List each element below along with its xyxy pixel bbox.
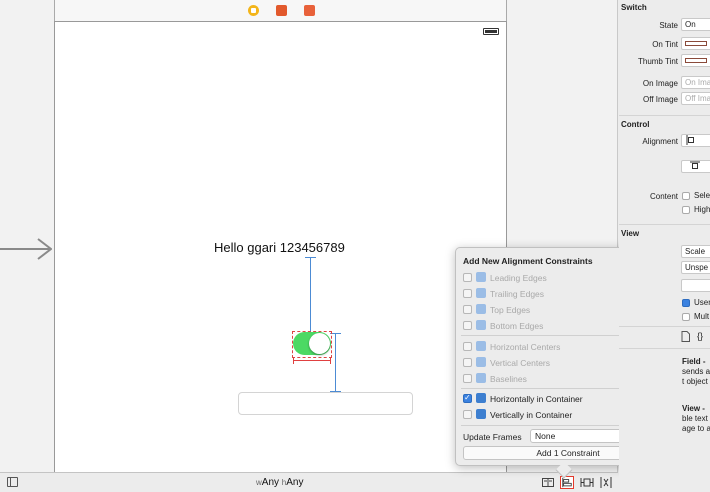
content-selected-label: Sele xyxy=(694,191,710,200)
inspector-divider xyxy=(619,348,710,349)
alignment-horizontal-segment[interactable] xyxy=(681,134,710,147)
code-snippet-icon[interactable]: {} xyxy=(697,331,703,341)
thumb-tint-label: Thumb Tint xyxy=(637,57,678,66)
state-popup[interactable]: On xyxy=(681,18,710,31)
trailing-edges-label: Trailing Edges xyxy=(490,289,545,299)
switch-track[interactable] xyxy=(293,332,331,355)
stack-icon[interactable] xyxy=(541,476,555,489)
switch-section-title: Switch xyxy=(621,3,647,12)
tag-field[interactable] xyxy=(681,279,710,292)
top-edges-checkbox xyxy=(463,305,472,314)
horizontally-in-container-icon xyxy=(476,393,486,403)
top-edges-icon xyxy=(476,304,486,314)
vertical-centers-checkbox xyxy=(463,358,472,367)
bottom-edges-checkbox xyxy=(463,321,472,330)
inspector-divider xyxy=(619,326,710,327)
library-item-textview-desc-1: ble text xyxy=(682,414,708,423)
bottom-constraint-line[interactable] xyxy=(335,333,336,391)
view-section-title: View xyxy=(621,229,640,238)
content-highlighted-label: High xyxy=(694,205,710,214)
content-highlighted-checkbox[interactable] xyxy=(682,206,690,214)
entry-point-arrow xyxy=(0,238,52,260)
align-top-icon xyxy=(690,161,700,169)
inspector-divider xyxy=(619,224,710,225)
trailing-edges-checkbox xyxy=(463,289,472,298)
horizontally-in-container-label: Horizontally in Container xyxy=(490,394,583,404)
popover-title: Add New Alignment Constraints xyxy=(463,256,593,266)
width-indicator-left xyxy=(293,357,294,364)
vertically-in-container-checkbox[interactable] xyxy=(463,410,472,419)
switch-knob[interactable] xyxy=(309,333,330,354)
horizontal-centers-icon xyxy=(476,341,486,351)
leading-edges-label: Leading Edges xyxy=(490,273,547,283)
control-section-title: Control xyxy=(621,120,650,129)
content-label: Content xyxy=(649,192,678,201)
canvas-bottom-bar: wAny hAny xyxy=(0,472,618,492)
switch-control[interactable] xyxy=(290,329,334,359)
library-item-textfield-desc-2: t object xyxy=(682,377,708,386)
top-constraint-line[interactable] xyxy=(310,258,311,332)
on-tint-label: On Tint xyxy=(652,40,678,49)
trailing-edges-icon xyxy=(476,288,486,298)
user-interaction-label: User xyxy=(694,298,710,307)
align-icon[interactable] xyxy=(560,476,574,489)
width-indicator xyxy=(293,360,331,361)
text-field[interactable] xyxy=(238,392,413,415)
top-edges-label: Top Edges xyxy=(490,305,531,315)
vertical-centers-icon xyxy=(476,357,486,367)
baselines-icon xyxy=(476,373,486,383)
alignment-vertical-segment[interactable] xyxy=(681,160,710,173)
on-image-label: On Image xyxy=(642,79,678,88)
mode-popup[interactable]: Scale xyxy=(681,245,710,258)
top-constraint-cap xyxy=(305,257,316,258)
bottom-edges-label: Bottom Edges xyxy=(490,321,544,331)
multiple-touch-checkbox[interactable] xyxy=(682,313,690,321)
off-image-field[interactable]: Off Imag xyxy=(681,92,710,105)
state-label: State xyxy=(659,21,678,30)
library-item-textfield-title: Field - xyxy=(682,357,706,366)
leading-edges-icon xyxy=(476,272,486,282)
hello-label[interactable]: Hello ggari 123456789 xyxy=(214,240,345,255)
pin-icon[interactable] xyxy=(580,476,594,489)
thumb-tint-color-well[interactable] xyxy=(681,54,710,67)
file-template-icon[interactable] xyxy=(681,331,690,342)
exit-icon[interactable] xyxy=(304,5,315,16)
off-image-label: Off Image xyxy=(643,95,678,104)
library-item-textview-desc-2: age to a xyxy=(682,424,710,433)
horizontally-in-container-checkbox[interactable] xyxy=(463,393,472,403)
view-controller-icon[interactable] xyxy=(248,5,259,16)
content-selected-checkbox[interactable] xyxy=(682,192,690,200)
size-class-h-value: Any xyxy=(286,477,304,488)
align-left-icon xyxy=(686,135,694,145)
xcode-window: Hello ggari 123456789 wAny hAny Add New … xyxy=(0,0,710,492)
library-item-textview-title: View - xyxy=(682,404,705,413)
on-image-field[interactable]: On Ima xyxy=(681,76,710,89)
document-outline-toggle-icon[interactable] xyxy=(7,477,18,487)
attributes-inspector: Switch State On On Tint Thumb Tint On Im… xyxy=(619,0,710,492)
alignment-label: Alignment xyxy=(642,137,678,146)
user-interaction-checkbox[interactable] xyxy=(682,299,690,307)
first-responder-icon[interactable] xyxy=(276,5,287,16)
bottom-edges-icon xyxy=(476,320,486,330)
battery-icon xyxy=(483,28,499,35)
semantic-popup[interactable]: Unspe xyxy=(681,261,710,274)
update-frames-label: Update Frames xyxy=(463,432,522,442)
library-item-textfield-desc-1: sends an xyxy=(682,367,710,376)
vertically-in-container-label: Vertically in Container xyxy=(490,410,573,420)
leading-edges-checkbox xyxy=(463,273,472,282)
size-class-selector[interactable]: wAny hAny xyxy=(256,477,303,488)
vertical-centers-label: Vertical Centers xyxy=(490,358,550,368)
horizontal-centers-checkbox xyxy=(463,342,472,351)
resolve-autolayout-icon[interactable] xyxy=(599,476,613,489)
scene-dock xyxy=(54,0,507,22)
multiple-touch-label: Mult xyxy=(694,312,710,321)
horizontal-centers-label: Horizontal Centers xyxy=(490,342,561,352)
width-indicator-right xyxy=(330,357,331,364)
vertically-in-container-icon xyxy=(476,409,486,419)
baselines-label: Baselines xyxy=(490,374,527,384)
baselines-checkbox xyxy=(463,374,472,383)
inspector-divider xyxy=(619,115,710,116)
on-tint-color-well[interactable] xyxy=(681,37,710,50)
size-class-w-value: Any xyxy=(261,477,280,488)
